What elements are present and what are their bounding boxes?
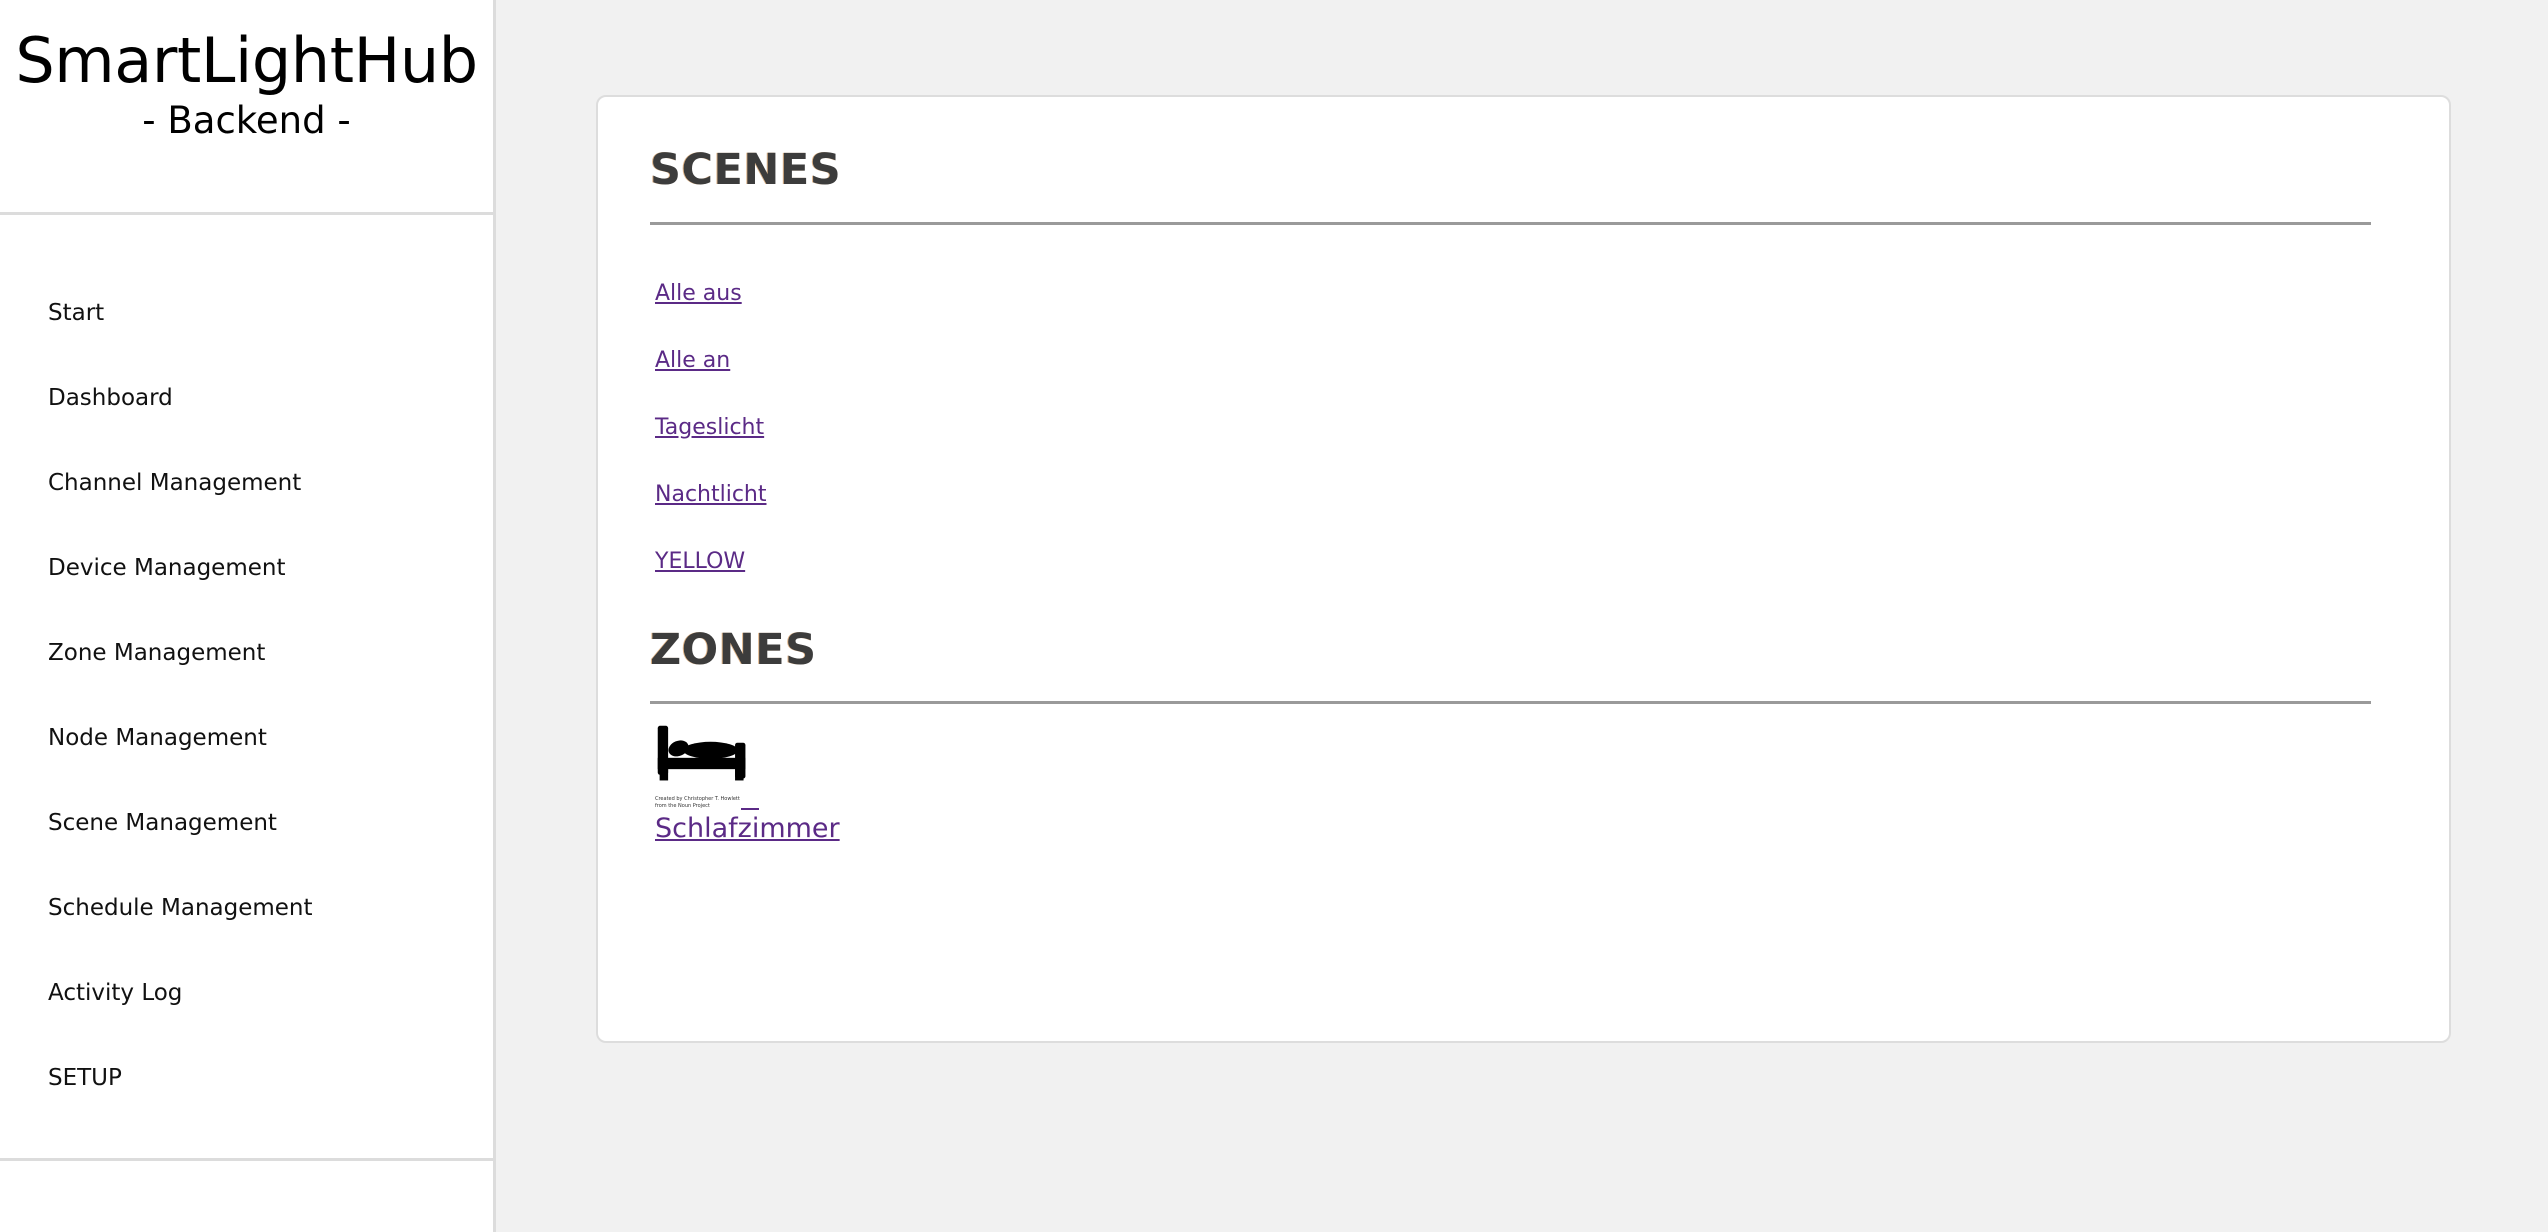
sidebar-item-start[interactable]: Start	[0, 271, 493, 356]
list-item: Alle aus	[650, 260, 2371, 327]
scene-link-alle-an[interactable]: Alle an	[655, 348, 730, 373]
zone-link-schlafzimmer[interactable]: Schlafzimmer	[655, 813, 840, 844]
scene-link-nachtlicht[interactable]: Nachtlicht	[655, 482, 767, 507]
app-title: SmartLightHub	[0, 26, 493, 95]
scenes-heading: SCENES	[650, 145, 2371, 197]
sidebar-item-setup[interactable]: SETUP	[0, 1036, 493, 1121]
zones-heading: ZONES	[650, 625, 2371, 677]
sidebar-item-node-management[interactable]: Node Management	[0, 696, 493, 781]
sidebar: SmartLightHub - Backend - Start Dashboar…	[0, 0, 496, 1232]
list-item: Nachtlicht	[650, 461, 2371, 528]
sidebar-nav: Start Dashboard Channel Management Devic…	[0, 215, 493, 1121]
scene-link-alle-aus[interactable]: Alle aus	[655, 281, 742, 306]
scene-link-yellow[interactable]: YELLOW	[655, 549, 745, 574]
sidebar-item-scene-management[interactable]: Scene Management	[0, 781, 493, 866]
sidebar-item-zone-management[interactable]: Zone Management	[0, 611, 493, 696]
zone-entry-schlafzimmer: Created by Christopher T. Howlett from t…	[650, 704, 2371, 844]
zone-figure: Created by Christopher T. Howlett from t…	[655, 722, 955, 811]
list-item: YELLOW	[650, 528, 2371, 595]
sidebar-item-channel-management[interactable]: Channel Management	[0, 441, 493, 526]
link-break-underline	[741, 808, 759, 810]
scene-link-tageslicht[interactable]: Tageslicht	[655, 415, 764, 440]
brand-header: SmartLightHub - Backend -	[0, 0, 493, 215]
app-root: SmartLightHub - Backend - Start Dashboar…	[0, 0, 2548, 1232]
bed-icon	[655, 722, 751, 788]
app-subtitle: - Backend -	[0, 99, 493, 143]
sidebar-item-device-management[interactable]: Device Management	[0, 526, 493, 611]
main-content: SCENES Alle aus Alle an Tageslicht Nacht…	[496, 0, 2548, 1232]
list-item: Tageslicht	[650, 394, 2371, 461]
sidebar-item-dashboard[interactable]: Dashboard	[0, 356, 493, 441]
spacer	[650, 595, 2371, 625]
sidebar-item-activity-log[interactable]: Activity Log	[0, 951, 493, 1036]
spacer	[650, 225, 2371, 260]
list-item: Alle an	[650, 327, 2371, 394]
zone-link-line: Schlafzimmer	[655, 813, 2371, 844]
content-card: SCENES Alle aus Alle an Tageslicht Nacht…	[596, 95, 2451, 1043]
sidebar-footer-divider	[0, 1158, 493, 1161]
scenes-list: Alle aus Alle an Tageslicht Nachtlicht Y…	[650, 260, 2371, 595]
sidebar-item-schedule-management[interactable]: Schedule Management	[0, 866, 493, 951]
